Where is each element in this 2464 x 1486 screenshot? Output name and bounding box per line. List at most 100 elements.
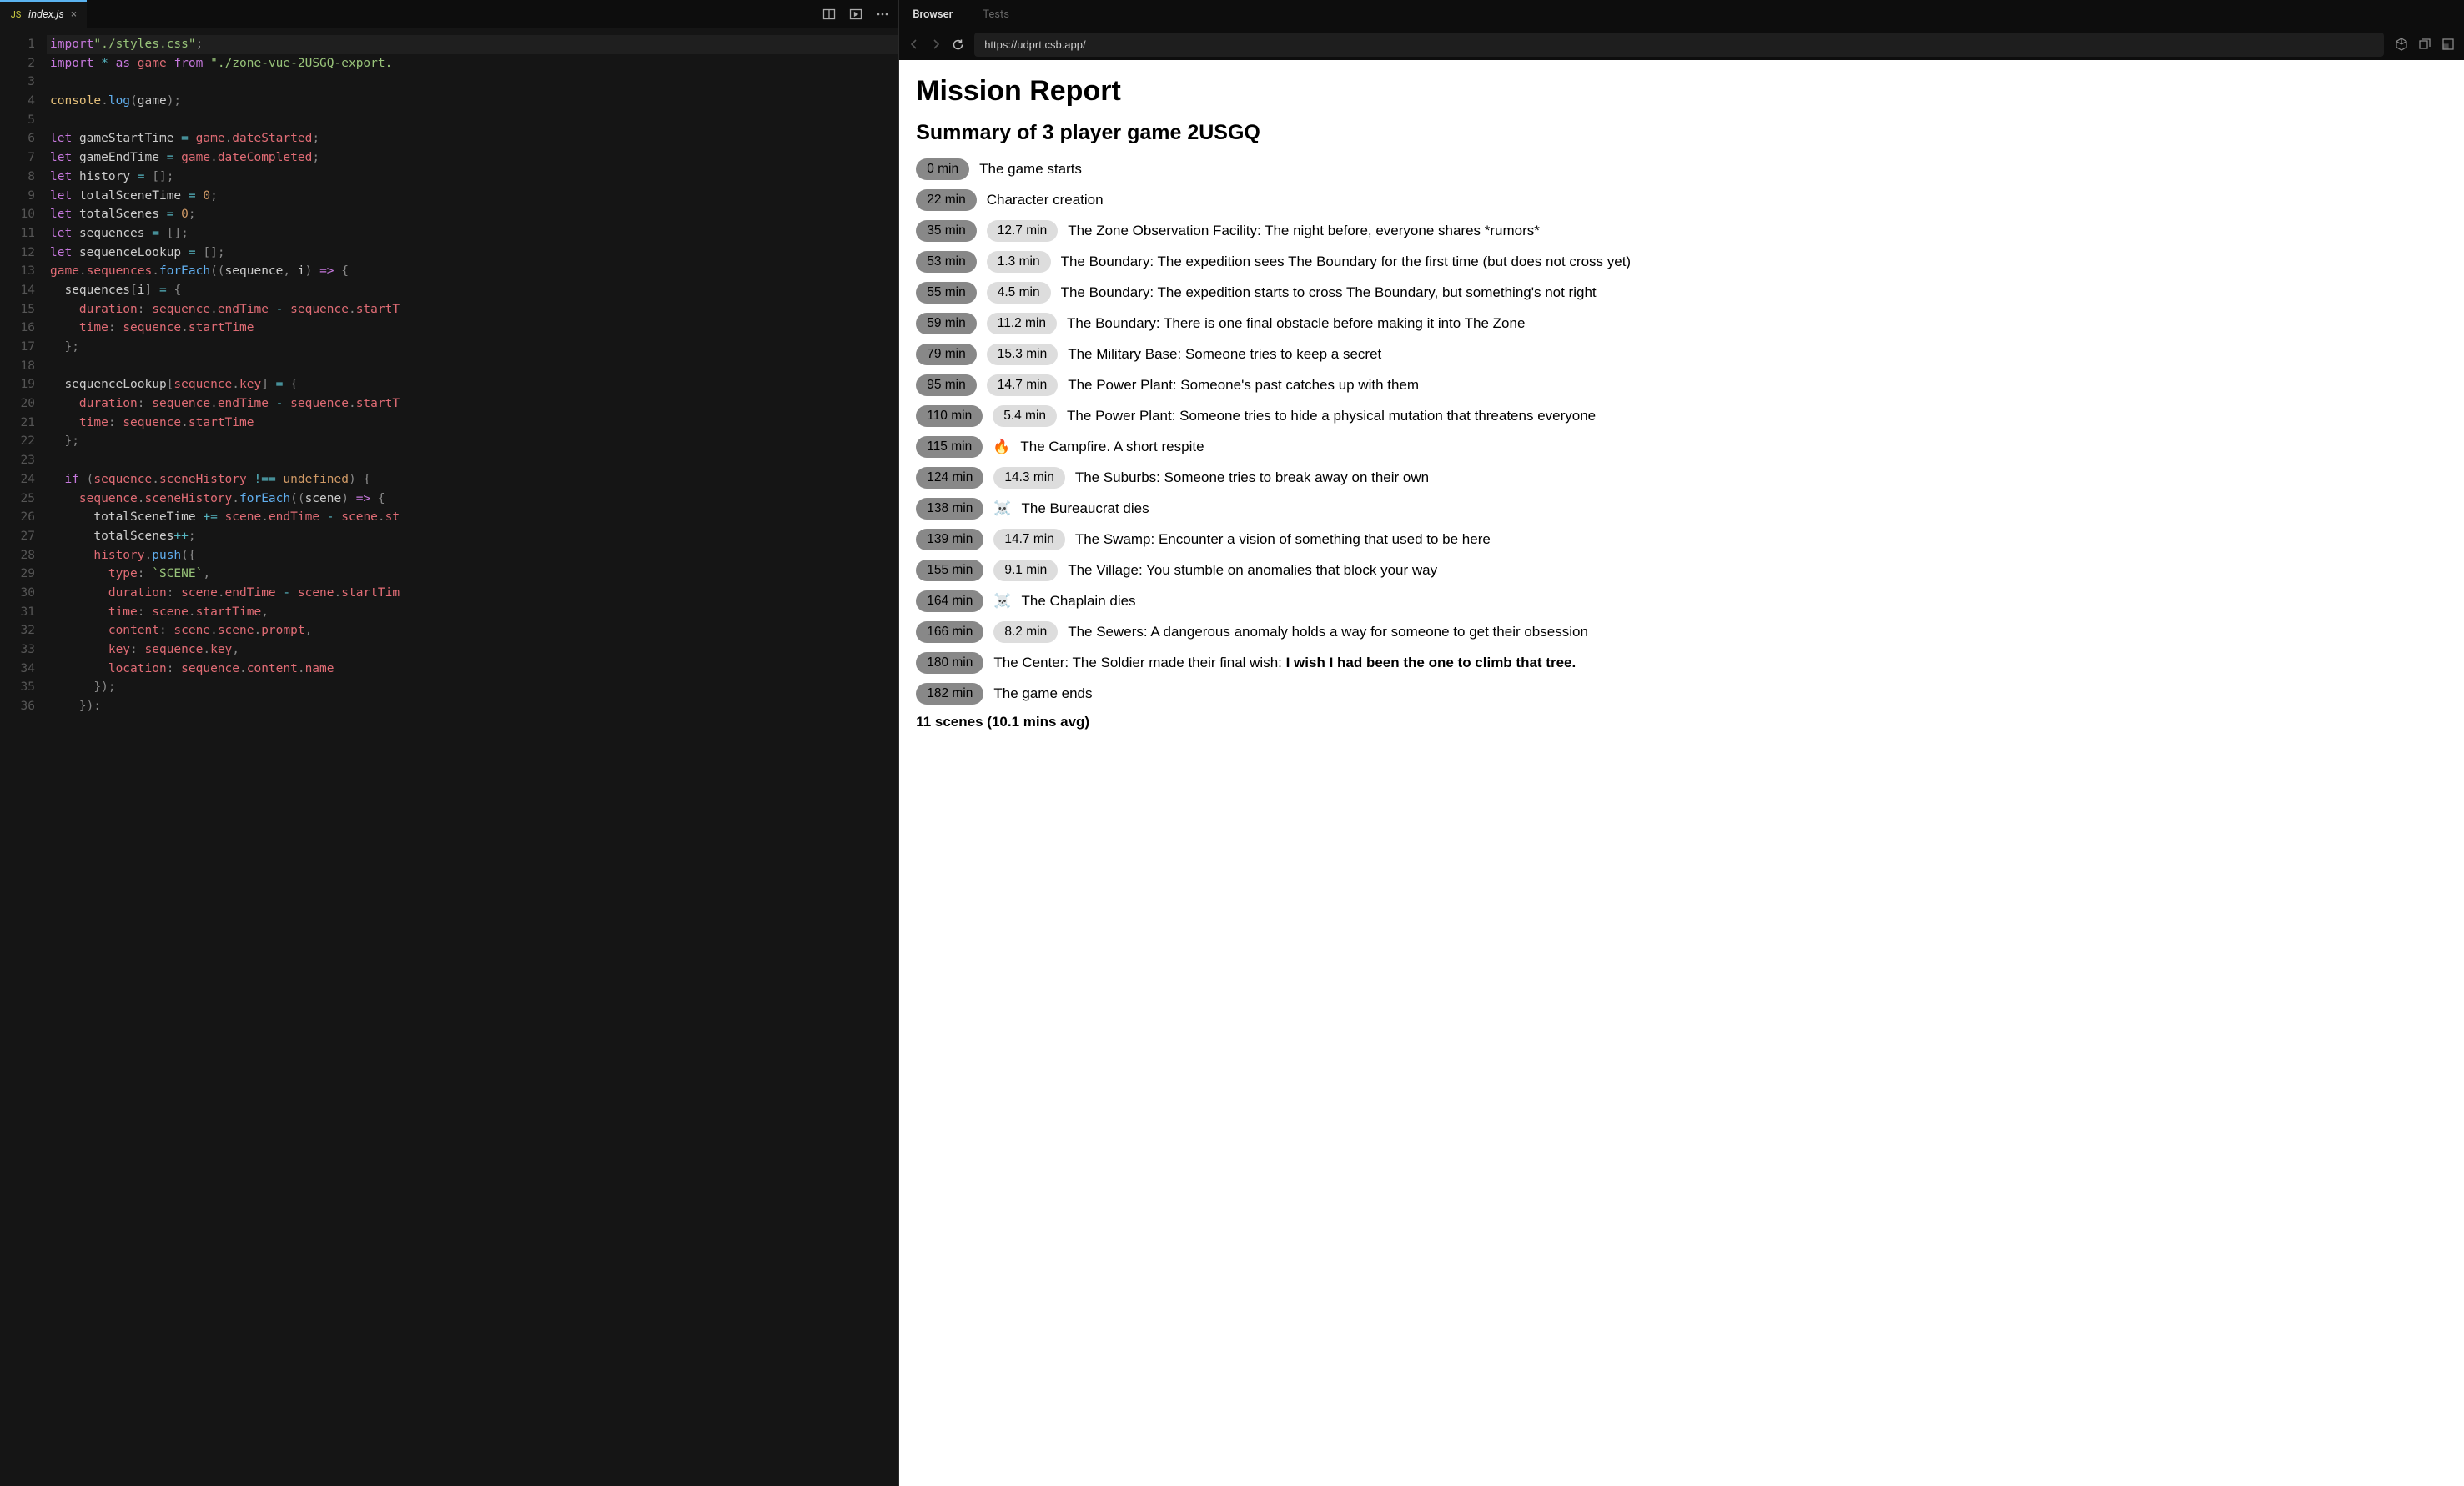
nav-forward-icon[interactable] (929, 38, 943, 51)
preview-page[interactable]: Mission Report Summary of 3 player game … (899, 60, 2464, 1486)
event-row: 55 min4.5 minThe Boundary: The expeditio… (916, 282, 2447, 304)
code-line[interactable]: totalScenes++; (47, 527, 898, 546)
code-line[interactable]: duration: sequence.endTime - sequence.st… (47, 300, 898, 319)
code-line[interactable]: content: scene.scene.prompt, (47, 621, 898, 640)
line-number: 15 (0, 300, 35, 319)
code-line[interactable]: location: sequence.content.name (47, 660, 898, 679)
event-row: 0 minThe game starts (916, 158, 2447, 180)
codesandbox-icon[interactable] (2394, 37, 2409, 52)
line-number: 1 (0, 35, 35, 54)
event-row: 124 min14.3 minThe Suburbs: Someone trie… (916, 467, 2447, 489)
code-line[interactable]: }); (47, 678, 898, 697)
code-line[interactable]: if (sequence.sceneHistory !== undefined)… (47, 470, 898, 489)
code-line[interactable]: let gameEndTime = game.dateCompleted; (47, 148, 898, 168)
time-pill: 110 min (916, 405, 983, 427)
code-line[interactable] (47, 357, 898, 376)
reload-icon[interactable] (951, 38, 964, 51)
code-line[interactable]: history.push({ (47, 546, 898, 565)
duration-pill: 9.1 min (993, 560, 1058, 581)
line-number: 26 (0, 508, 35, 527)
run-preview-icon[interactable] (848, 7, 863, 22)
time-pill: 79 min (916, 344, 977, 365)
event-text: The Boundary: There is one final obstacl… (1067, 315, 1525, 332)
summary-line: 11 scenes (10.1 mins avg) (916, 714, 2447, 730)
line-number: 10 (0, 205, 35, 224)
duration-pill: 14.7 min (987, 374, 1058, 396)
line-number: 8 (0, 168, 35, 187)
code-line[interactable]: }; (47, 338, 898, 357)
code-line[interactable]: key: sequence.key, (47, 640, 898, 660)
browser-pane: Browser Tests Mis (899, 0, 2464, 1486)
code-line[interactable] (47, 73, 898, 92)
line-number: 17 (0, 338, 35, 357)
code-line[interactable] (47, 451, 898, 470)
code-line[interactable]: game.sequences.forEach((sequence, i) => … (47, 262, 898, 281)
address-bar (899, 28, 2464, 60)
duration-pill: 14.3 min (993, 467, 1064, 489)
tab-browser[interactable]: Browser (909, 1, 956, 28)
line-number: 3 (0, 73, 35, 92)
duration-pill: 8.2 min (993, 621, 1058, 643)
code-content[interactable]: import"./styles.css";import * as game fr… (47, 28, 898, 1486)
event-row: 115 min🔥The Campfire. A short respite (916, 436, 2447, 458)
code-area[interactable]: 1234567891011121314151617181920212223242… (0, 28, 898, 1486)
duration-pill: 12.7 min (987, 220, 1058, 242)
editor-tab-bar: JS index.js × (0, 0, 898, 28)
code-line[interactable]: duration: sequence.endTime - sequence.st… (47, 394, 898, 414)
code-line[interactable]: sequenceLookup[sequence.key] = { (47, 375, 898, 394)
duration-pill: 5.4 min (993, 405, 1057, 427)
close-icon[interactable]: × (71, 8, 77, 21)
code-line[interactable]: }): (47, 697, 898, 716)
time-pill: 182 min (916, 683, 983, 705)
line-number: 11 (0, 224, 35, 243)
event-row: 53 min1.3 minThe Boundary: The expeditio… (916, 251, 2447, 273)
code-line[interactable]: type: `SCENE`, (47, 565, 898, 584)
event-row: 35 min12.7 minThe Zone Observation Facil… (916, 220, 2447, 242)
more-icon[interactable] (875, 7, 890, 22)
code-line[interactable]: let totalScenes = 0; (47, 205, 898, 224)
event-text: The Power Plant: Someone tries to hide a… (1067, 408, 1596, 424)
line-number-gutter: 1234567891011121314151617181920212223242… (0, 28, 47, 1486)
editor-tab-active[interactable]: JS index.js × (0, 0, 87, 28)
code-line[interactable]: let sequences = []; (47, 224, 898, 243)
code-line[interactable]: totalSceneTime += scene.endTime - scene.… (47, 508, 898, 527)
code-line[interactable]: }; (47, 432, 898, 451)
event-row: 22 minCharacter creation (916, 189, 2447, 211)
code-line[interactable]: import"./styles.css"; (47, 35, 898, 54)
time-pill: 59 min (916, 313, 977, 334)
time-pill: 166 min (916, 621, 983, 643)
line-number: 2 (0, 54, 35, 73)
code-line[interactable] (47, 111, 898, 130)
time-pill: 138 min (916, 498, 983, 520)
line-number: 28 (0, 546, 35, 565)
code-line[interactable]: sequences[i] = { (47, 281, 898, 300)
event-text: The Boundary: The expedition starts to c… (1061, 284, 1597, 301)
split-editor-icon[interactable] (822, 7, 837, 22)
new-window-icon[interactable] (2417, 37, 2432, 52)
expand-icon[interactable] (2441, 37, 2456, 52)
code-line[interactable]: time: sequence.startTime (47, 319, 898, 338)
code-line[interactable]: let gameStartTime = game.dateStarted; (47, 129, 898, 148)
time-pill: 22 min (916, 189, 977, 211)
code-line[interactable]: time: sequence.startTime (47, 414, 898, 433)
tab-tests[interactable]: Tests (979, 1, 1013, 28)
code-line[interactable]: duration: scene.endTime - scene.startTim (47, 584, 898, 603)
code-line[interactable]: console.log(game); (47, 92, 898, 111)
time-pill: 53 min (916, 251, 977, 273)
event-text: The Bureaucrat dies (1022, 500, 1149, 517)
code-line[interactable]: let history = []; (47, 168, 898, 187)
code-line[interactable]: sequence.sceneHistory.forEach((scene) =>… (47, 489, 898, 509)
time-pill: 124 min (916, 467, 983, 489)
nav-back-icon[interactable] (908, 38, 921, 51)
time-pill: 35 min (916, 220, 977, 242)
event-text: The game starts (979, 161, 1082, 178)
code-line[interactable]: let totalSceneTime = 0; (47, 187, 898, 206)
code-line[interactable]: time: scene.startTime, (47, 603, 898, 622)
code-line[interactable]: let sequenceLookup = []; (47, 243, 898, 263)
code-line[interactable]: import * as game from "./zone-vue-2USGQ-… (47, 54, 898, 73)
duration-pill: 14.7 min (993, 529, 1064, 550)
browser-tab-bar: Browser Tests (899, 0, 2464, 28)
url-input[interactable] (974, 33, 2384, 57)
line-number: 14 (0, 281, 35, 300)
duration-pill: 11.2 min (987, 313, 1057, 334)
